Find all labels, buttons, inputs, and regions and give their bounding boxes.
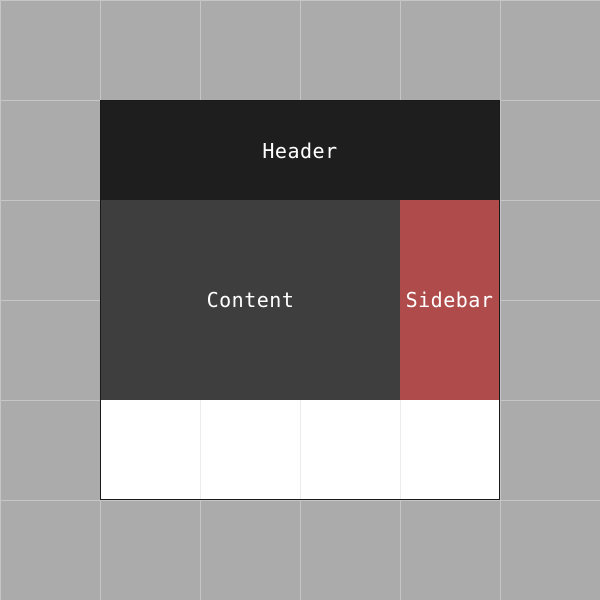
page-layout: Header Content Sidebar <box>100 100 500 500</box>
sidebar-label: Sidebar <box>405 288 494 312</box>
header-label: Header <box>262 138 338 163</box>
content-label: Content <box>206 288 295 312</box>
sidebar-region: Sidebar <box>400 200 499 400</box>
grid-canvas: Header Content Sidebar <box>0 0 600 600</box>
content-region: Content <box>101 200 400 400</box>
header-region: Header <box>101 101 499 200</box>
